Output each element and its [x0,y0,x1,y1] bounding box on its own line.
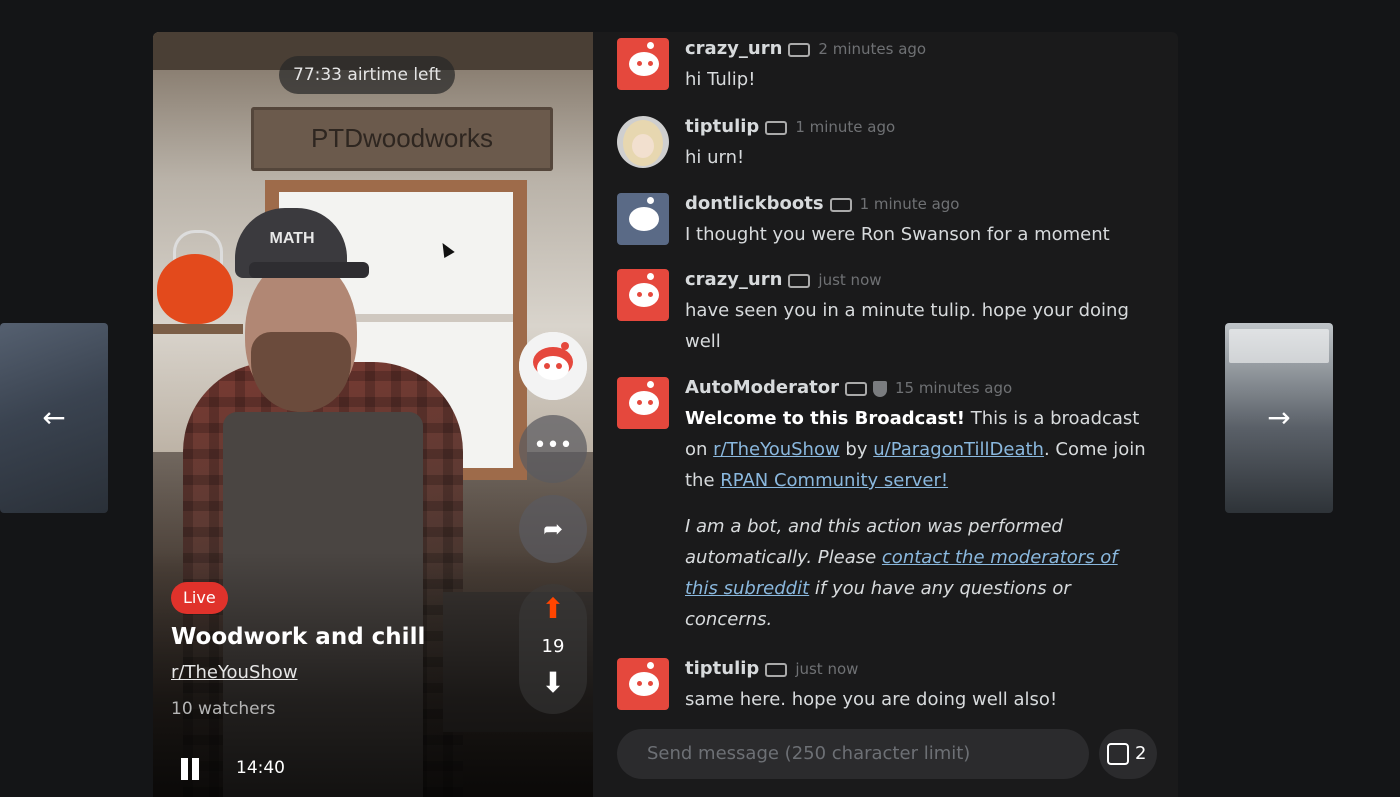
gift-icon [1107,743,1129,765]
message-text: same here. hope you are doing well also! [685,689,1058,710]
avatar[interactable] [617,193,669,245]
vote-controls: ⬆ 19 ⬇ [519,584,587,714]
more-options-button[interactable]: ••• [519,415,587,483]
message-text: hi Tulip! [685,69,756,90]
shop-sign: PTDwoodworks [251,107,553,171]
tag-icon [829,197,852,212]
username[interactable]: dontlickboots [685,193,824,214]
avatar[interactable] [617,38,669,90]
playback-time: 14:40 [236,758,285,778]
tag-icon [765,120,788,135]
timestamp: 15 minutes ago [894,379,1013,397]
username[interactable]: crazy_urn [685,269,782,290]
message-text: hi urn! [685,147,745,168]
vote-count: 19 [541,636,565,657]
timestamp: 2 minutes ago [818,40,927,58]
avatar[interactable] [617,269,669,321]
subreddit-link[interactable]: r/TheYouShow [171,662,298,683]
avatar[interactable] [617,658,669,710]
username[interactable]: crazy_urn [685,38,782,59]
gift-count: 2 [1135,743,1147,764]
message-text: have seen you in a minute tulip. hope yo… [685,300,1129,352]
tag-icon [788,42,811,57]
preview-thumbnail-header [1229,329,1329,363]
bot-notice: I am a bot, and this action was performe… [685,516,1118,630]
timestamp: 1 minute ago [795,118,896,136]
pumpkin-bucket [157,254,233,324]
username[interactable]: AutoModerator [685,377,839,398]
previous-stream-preview[interactable]: ← [0,323,108,513]
tag-icon [844,381,867,396]
stream-title: Woodwork and chill [171,624,426,650]
subreddit-link[interactable]: r/TheYouShow [713,439,840,460]
timestamp: just now [818,271,882,289]
next-stream-preview[interactable]: → [1225,323,1333,513]
video-player[interactable]: PTDwoodworks MATH 77:33 airtime left Liv… [153,32,593,797]
timestamp: just now [795,660,859,678]
cap-logo: MATH [269,230,315,247]
discord-link[interactable]: RPAN Community server! [720,470,948,491]
downvote-icon[interactable]: ⬇ [519,666,587,699]
airtime-indicator: 77:33 airtime left [279,56,455,94]
arrow-right-icon[interactable]: → [1259,404,1299,432]
share-button[interactable]: ➦ [519,495,587,563]
snoo-icon [519,332,587,400]
username[interactable]: tiptulip [685,658,759,679]
message-text: Welcome to this Broadcast! This is a bro… [685,403,1155,635]
tag-icon [788,273,811,288]
broadcast-card: PTDwoodworks MATH 77:33 airtime left Liv… [153,32,1178,797]
timestamp: 1 minute ago [859,195,960,213]
message-text: I thought you were Ron Swanson for a mom… [685,224,1110,245]
moderator-shield-icon [872,380,887,397]
avatar[interactable] [617,116,669,168]
tag-icon [765,662,788,677]
pause-icon[interactable] [179,758,201,782]
streamer-avatar-button[interactable] [519,332,587,400]
username[interactable]: tiptulip [685,116,759,137]
live-badge: Live [171,582,228,614]
upvote-icon[interactable]: ⬆ [519,592,587,625]
arrow-left-icon[interactable]: ← [34,404,74,432]
watcher-count: 10 watchers [171,699,276,719]
chat-panel: crazy_urn 2 minutes ago hi Tulip! tiptuli… [593,32,1178,797]
avatar[interactable] [617,377,669,429]
chat-message-input[interactable]: Send message (250 character limit) [617,729,1089,779]
gift-button[interactable]: 2 [1099,729,1157,779]
user-link[interactable]: u/ParagonTillDeath [873,439,1044,460]
